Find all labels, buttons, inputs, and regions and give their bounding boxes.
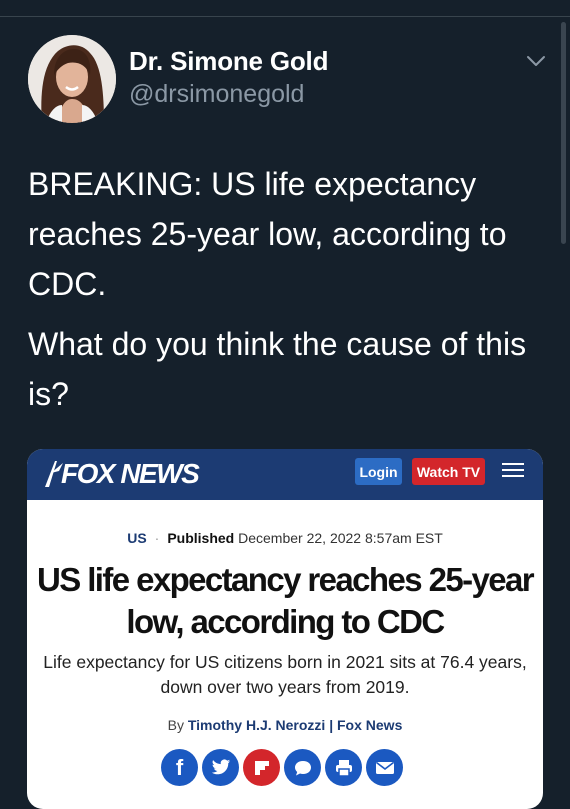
fox-news-wordmark: FOX NEWS xyxy=(61,458,200,489)
byline: By Timothy H.J. Nerozzi | Fox News xyxy=(27,717,543,733)
watch-tv-button[interactable]: Watch TV xyxy=(412,458,485,485)
hamburger-menu-icon[interactable] xyxy=(502,463,524,481)
article-subhead: Life expectancy for US citizens born in … xyxy=(43,652,527,697)
scrollbar[interactable] xyxy=(561,22,566,244)
fox-header: FOX NEWS Login Watch TV xyxy=(27,449,543,500)
top-divider xyxy=(0,16,570,17)
author-name[interactable]: Timothy H.J. Nerozzi xyxy=(188,717,325,733)
facebook-icon[interactable]: f xyxy=(161,749,198,786)
user-handle[interactable]: @drsimonegold xyxy=(129,80,304,109)
meta-separator: · xyxy=(154,530,160,546)
login-button[interactable]: Login xyxy=(355,458,402,485)
share-buttons: f xyxy=(161,749,407,786)
fox-news-logo[interactable]: FOX NEWS xyxy=(43,456,200,492)
tweet-text: BREAKING: US life expectancy reaches 25-… xyxy=(28,160,538,420)
byline-prefix: By xyxy=(167,717,184,733)
flipboard-icon[interactable] xyxy=(243,749,280,786)
avatar[interactable] xyxy=(28,35,116,123)
article-screenshot-card[interactable]: FOX NEWS Login Watch TV US · Published Dec… xyxy=(27,449,543,809)
byline-separator: | xyxy=(329,717,334,733)
comment-icon[interactable] xyxy=(284,749,321,786)
section-label[interactable]: US xyxy=(127,530,146,546)
email-icon[interactable] xyxy=(366,749,403,786)
tweet-paragraph: BREAKING: US life expectancy reaches 25-… xyxy=(28,166,507,302)
print-icon[interactable] xyxy=(325,749,362,786)
article-headline: US life expectancy reaches 25-year low, … xyxy=(37,561,535,641)
tweet-paragraph: What do you think the cause of this is? xyxy=(28,325,527,412)
published-label: Published xyxy=(167,530,235,546)
article-meta: US · Published December 22, 2022 8:57am ES… xyxy=(27,530,543,546)
outlet-name[interactable]: Fox News xyxy=(337,717,402,733)
display-name[interactable]: Dr. Simone Gold xyxy=(129,46,328,77)
chevron-down-icon[interactable] xyxy=(525,53,547,69)
twitter-icon[interactable] xyxy=(202,749,239,786)
published-date: December 22, 2022 8:57am EST xyxy=(238,530,443,546)
